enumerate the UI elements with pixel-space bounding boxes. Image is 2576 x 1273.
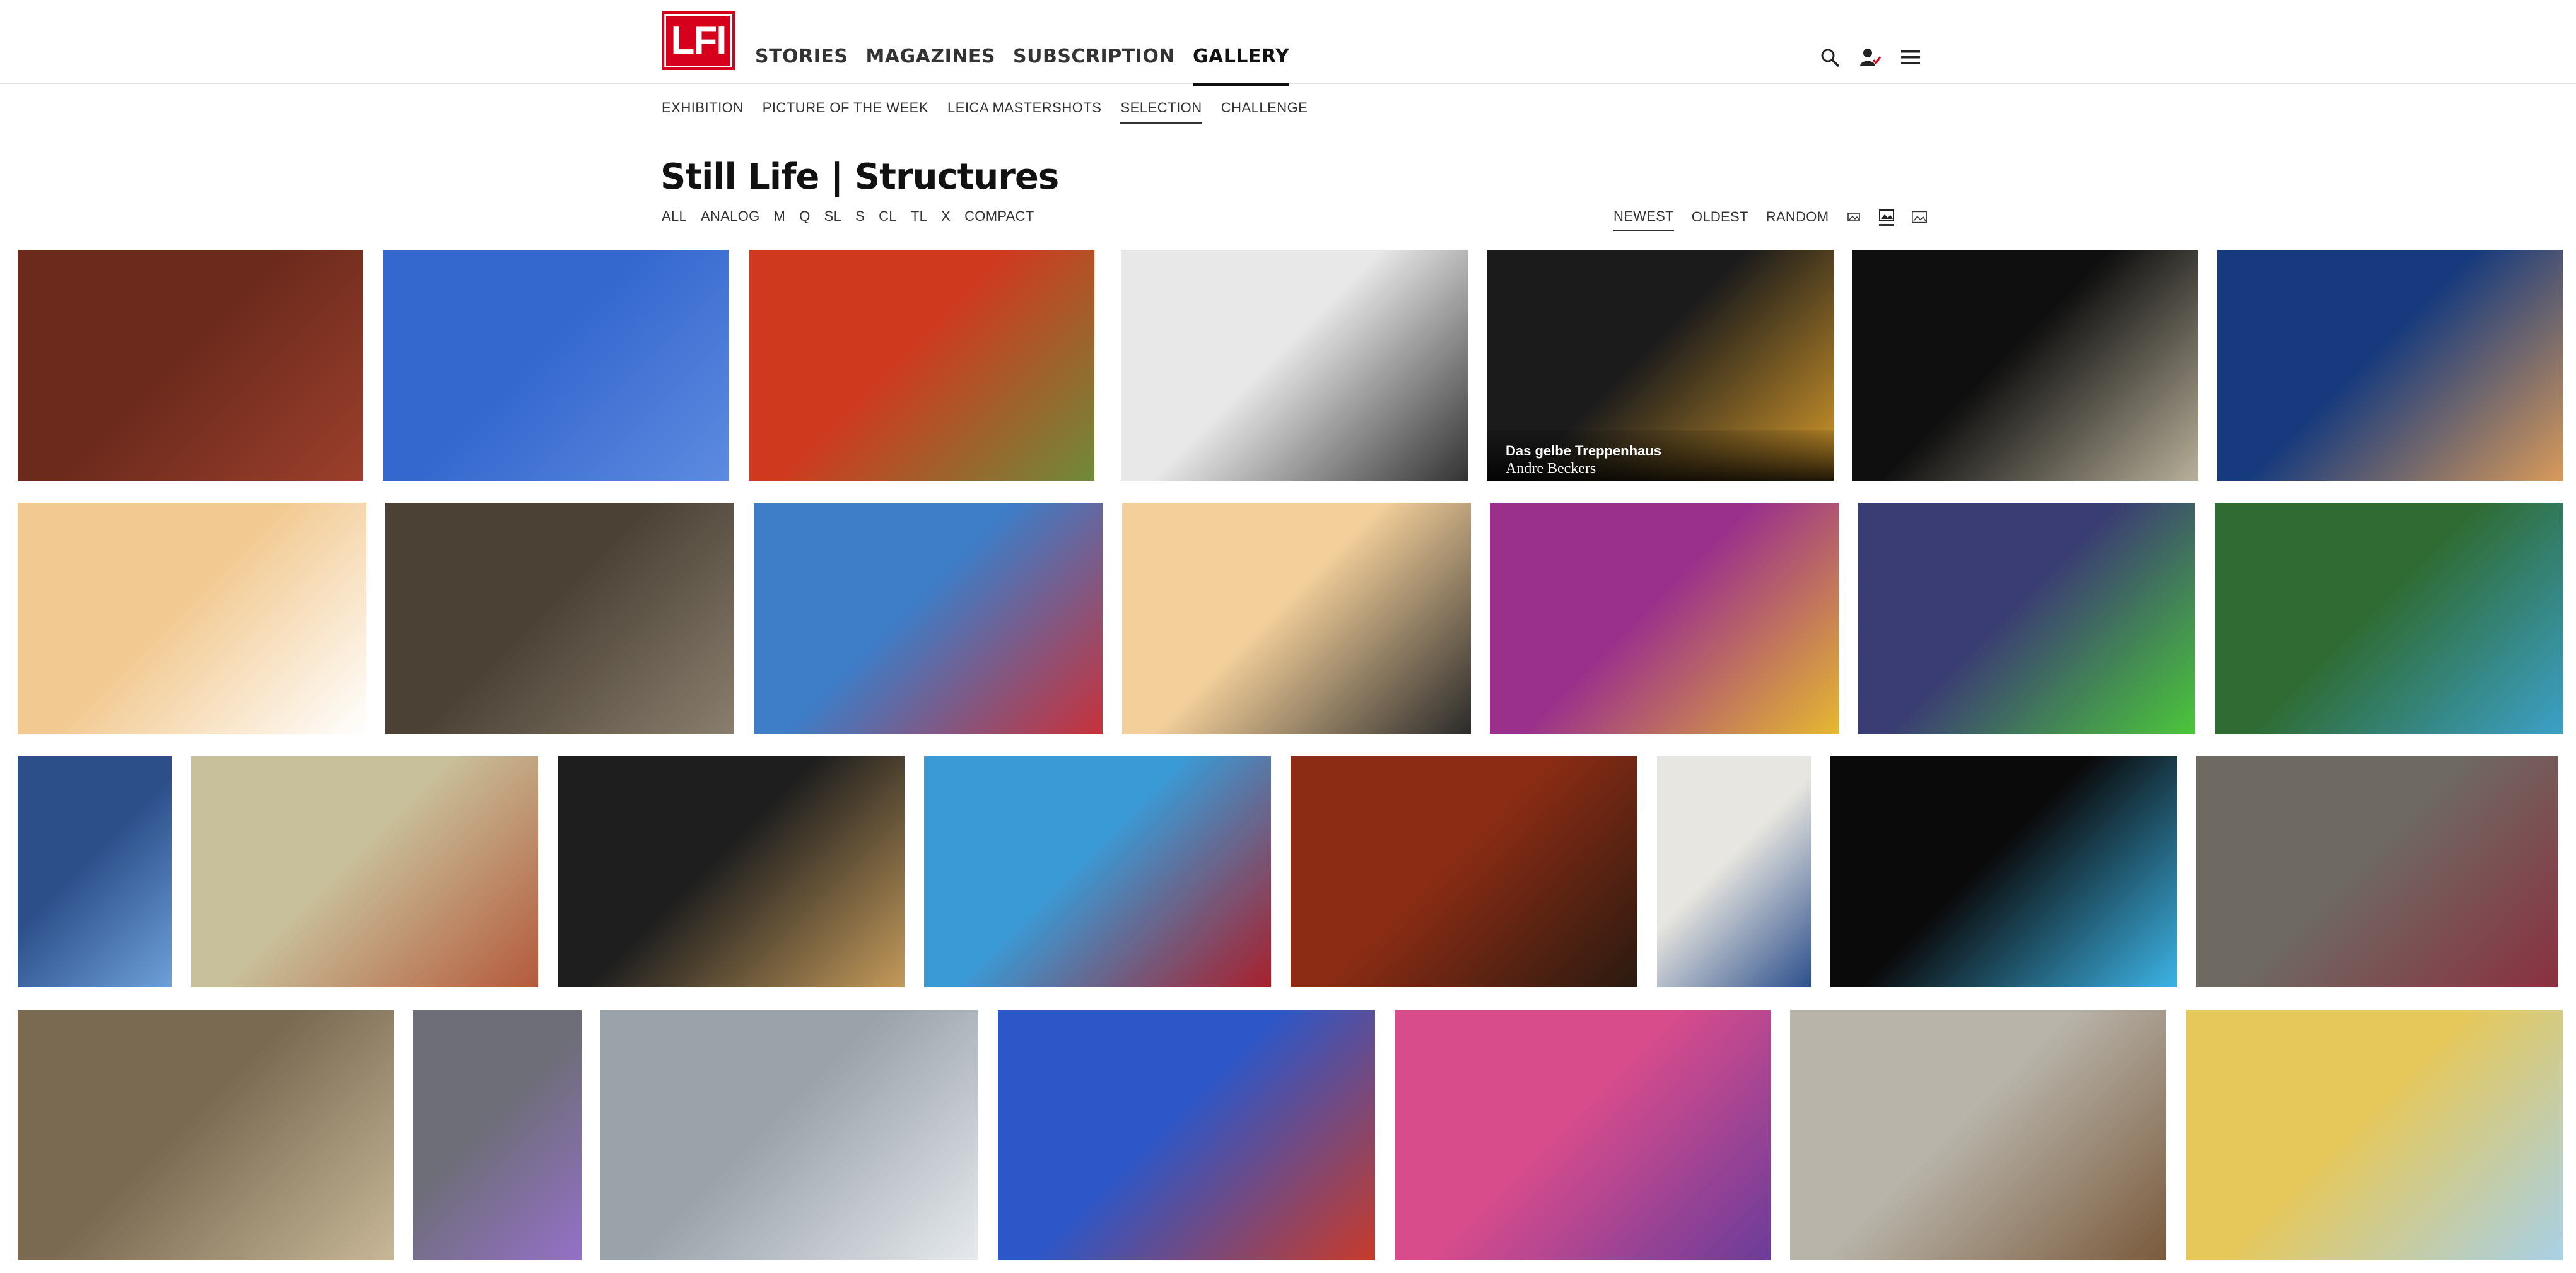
filter-s[interactable]: S [855, 208, 865, 225]
subnav-challenge[interactable]: CHALLENGE [1221, 100, 1308, 124]
user-icon[interactable] [1857, 44, 1883, 71]
medium-grid-view-icon[interactable] [1879, 209, 1895, 226]
subnav-exhibition[interactable]: EXHIBITION [662, 100, 744, 124]
photo-paint-brushes[interactable] [558, 756, 905, 987]
photo-silver-boxes[interactable] [600, 1010, 978, 1260]
caption-author: Andre Beckers [1506, 461, 1596, 477]
photo-roller-on-turf[interactable] [2215, 503, 2563, 734]
filter-all[interactable]: ALL [662, 208, 687, 225]
photo-pipes-on-red-wall[interactable] [18, 250, 363, 481]
photo-wooden-door-fire-hydrant[interactable] [1790, 1010, 2166, 1260]
photo-caption: Das gelbe Treppenhaus Andre Beckers [1487, 430, 1834, 481]
photo-yellow-staircase[interactable]: Das gelbe Treppenhaus Andre Beckers [1487, 250, 1834, 481]
photo-building-basketball-court[interactable] [1657, 756, 1811, 987]
photo-old-building-laundry[interactable] [18, 1010, 394, 1260]
caption-title: Das gelbe Treppenhaus [1506, 443, 1661, 459]
filter-cl[interactable]: CL [879, 208, 897, 225]
menu-icon[interactable] [1897, 44, 1924, 71]
photo-street-lamp-blue-sky[interactable] [383, 250, 729, 481]
filter-q[interactable]: Q [799, 208, 810, 225]
page-title: Still Life | Structures [660, 156, 1059, 197]
filter-x[interactable]: X [941, 208, 951, 225]
photo-blue-red-houses[interactable] [754, 503, 1103, 734]
search-icon[interactable] [1817, 44, 1843, 71]
filter-compact[interactable]: COMPACT [964, 208, 1034, 225]
photo-colorful-stairs[interactable] [1395, 1010, 1771, 1260]
sort-random[interactable]: RANDOM [1766, 209, 1829, 230]
camera-filters: ALL ANALOG M Q SL S CL TL X COMPACT [662, 208, 1034, 225]
subnav-leica-mastershots[interactable]: LEICA MASTERSHOTS [947, 100, 1101, 124]
filter-analog[interactable]: ANALOG [701, 208, 760, 225]
subnav-picture-of-the-week[interactable]: PICTURE OF THE WEEK [763, 100, 928, 124]
photo-purple-house-yellow-curtain[interactable] [1490, 503, 1839, 734]
nav-stories[interactable]: STORIES [755, 45, 848, 86]
photo-plants-on-red-container[interactable] [749, 250, 1094, 481]
subnav-selection[interactable]: SELECTION [1120, 100, 1202, 124]
photo-red-rock-texture[interactable] [1291, 756, 1637, 987]
photo-green-garage-door[interactable] [1858, 503, 2195, 734]
site-header: LFI STORIES MAGAZINES SUBSCRIPTION GALLE… [0, 0, 2576, 86]
photo-bento-on-blue-cloth[interactable] [2217, 250, 2563, 481]
main-nav: STORIES MAGAZINES SUBSCRIPTION GALLERY [755, 45, 1290, 86]
photo-glass-facade[interactable] [18, 756, 172, 987]
photo-purple-bins[interactable] [413, 1010, 582, 1260]
photo-door-steps[interactable] [2196, 756, 2558, 987]
lfi-logo[interactable]: LFI [662, 11, 735, 70]
photo-bento-boxes[interactable] [1122, 503, 1471, 734]
small-grid-view-icon[interactable] [1846, 211, 1861, 223]
nav-magazines[interactable]: MAGAZINES [865, 45, 995, 86]
photo-bw-skyscrapers[interactable] [1121, 250, 1468, 481]
photo-red-umbrellas-blue-wall[interactable] [924, 756, 1271, 987]
gallery-subnav: EXHIBITION PICTURE OF THE WEEK LEICA MAS… [662, 100, 1308, 124]
sort-newest[interactable]: NEWEST [1613, 208, 1674, 231]
header-icons [1817, 44, 1924, 71]
photo-curved-blue-roof[interactable] [1830, 756, 2177, 987]
filter-sl[interactable]: SL [824, 208, 842, 225]
photo-yellow-sunshade[interactable] [2186, 1010, 2563, 1260]
photo-mochi-plate[interactable] [18, 503, 366, 734]
large-grid-view-icon[interactable] [1912, 211, 1928, 223]
photo-crumbling-wall[interactable] [191, 756, 538, 987]
filter-tl[interactable]: TL [911, 208, 927, 225]
filter-m[interactable]: M [774, 208, 786, 225]
photo-basketball-on-court[interactable] [998, 1010, 1375, 1260]
photo-workshop-shelves[interactable] [385, 503, 734, 734]
sort-oldest[interactable]: OLDEST [1692, 209, 1748, 230]
nav-gallery[interactable]: GALLERY [1192, 45, 1290, 86]
nav-subscription[interactable]: SUBSCRIPTION [1013, 45, 1175, 86]
sort-controls: NEWEST OLDEST RANDOM [1613, 208, 1928, 231]
photo-dark-stairs-light[interactable] [1852, 250, 2198, 481]
